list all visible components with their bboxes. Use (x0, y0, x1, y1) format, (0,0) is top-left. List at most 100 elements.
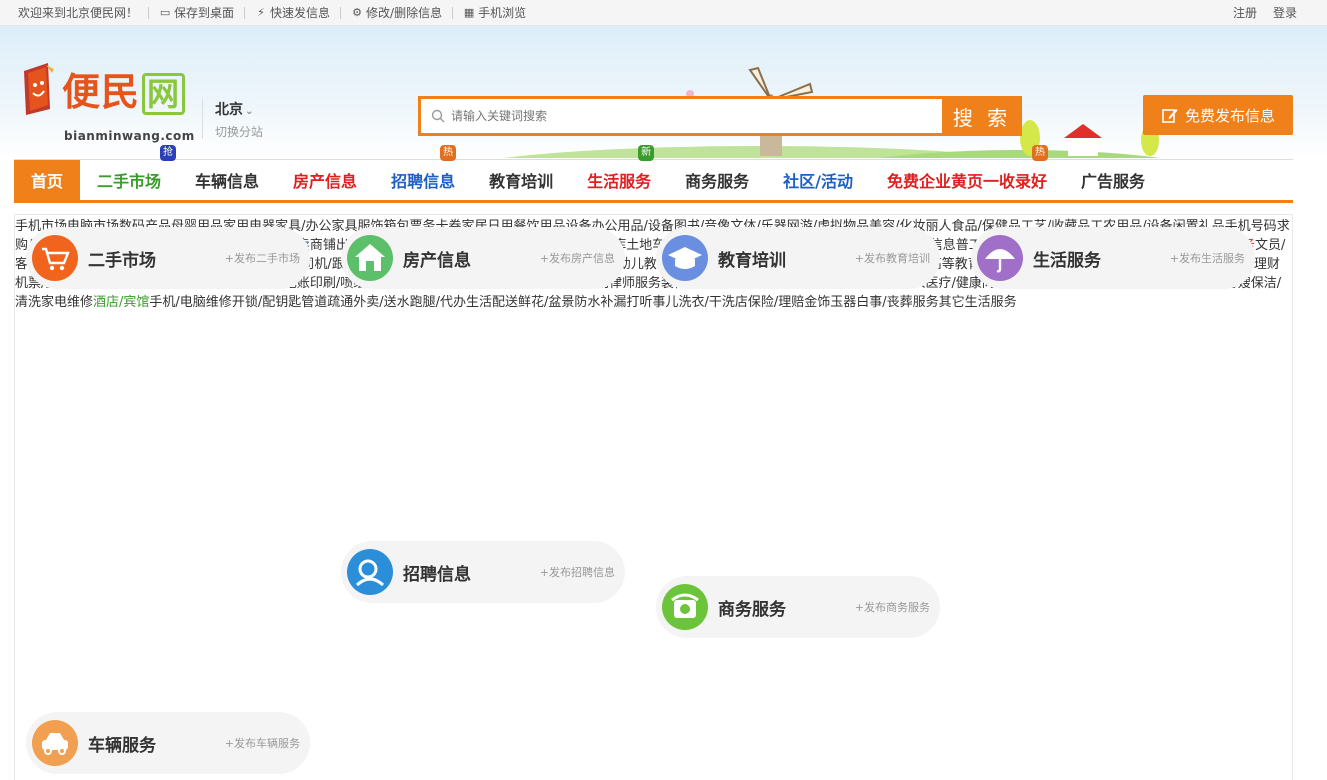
category-link[interactable]: 家电维修 (41, 295, 93, 310)
nav-item-label: 商务服务 (685, 172, 750, 191)
nav-item-6[interactable]: 生活服务 新 (570, 145, 668, 200)
category-title[interactable]: 生活服务 (1033, 246, 1101, 271)
category-link[interactable]: 生活配送 (466, 295, 518, 310)
mobile-link[interactable]: ▦ 手机浏览 (463, 4, 526, 21)
category-link[interactable]: 跑腿/代办 (410, 295, 466, 310)
nav-item-1[interactable]: 二手市场 抢 (80, 145, 178, 200)
login-link[interactable]: 登录 (1273, 4, 1297, 21)
nav-item-label: 教育培训 (489, 172, 554, 191)
category-link[interactable]: 外卖/送水 (353, 295, 409, 310)
category-link[interactable]: 酒店/宾馆 (93, 295, 149, 310)
search-input[interactable] (451, 109, 911, 123)
category-title[interactable]: 教育培训 (718, 246, 786, 271)
category-content: 二手市场+发布二手市场手机市场电脑市场数码产品母婴用品家用电器家具/办公家具服饰… (14, 214, 1293, 780)
nav-item-label: 广告服务 (1081, 172, 1146, 191)
umbrella-icon (977, 235, 1023, 281)
nav-item-5[interactable]: 教育培训 (472, 160, 570, 200)
nav-item-4[interactable]: 招聘信息 热 (374, 145, 472, 200)
nav-item-label: 免费企业黄页一收录好 (886, 172, 1047, 191)
category-link[interactable]: 洗衣/干洗店 (678, 295, 747, 310)
welcome-text: 欢迎来到北京便民网！ (18, 6, 139, 20)
header: 便民网 bianminwang.com 北京⌄ 切换分站 搜 索 免费发布信息 (0, 26, 1327, 158)
category-title[interactable]: 招聘信息 (403, 560, 471, 585)
category-link[interactable]: 防水补漏 (574, 295, 626, 310)
cap-icon (662, 235, 708, 281)
category-link[interactable]: 开锁/配钥匙 (232, 295, 301, 310)
phone-icon (662, 584, 708, 630)
category-post-link[interactable]: +发布商务服务 (855, 599, 930, 615)
nav-item-7[interactable]: 商务服务 (668, 160, 766, 200)
category-post-link[interactable]: +发布二手市场 (225, 250, 300, 266)
top-bar: 欢迎来到北京便民网！ ▭ 保存到桌面 ⚡ 快速发信息 ⚙ 修改/删除信息 ▦ 手机浏览 … (0, 0, 1327, 26)
category-post-link[interactable]: +发布教育培训 (855, 250, 930, 266)
house-icon (347, 235, 393, 281)
site-logo[interactable]: 便民网 bianminwang.com (18, 59, 194, 145)
nav-item-2[interactable]: 车辆信息 (178, 160, 276, 200)
category-header-fangchan: 房产信息 +发布房产信息 (341, 227, 625, 289)
category-link[interactable]: 金饰玉器 (804, 295, 856, 310)
category-title[interactable]: 商务服务 (718, 595, 786, 620)
nav-badge: 新 (638, 145, 655, 161)
category-link[interactable]: 手机/电脑维修 (149, 295, 231, 310)
category-link[interactable]: 其它生活服务 (939, 295, 1017, 310)
nav-item-3[interactable]: 房产信息 (276, 160, 374, 200)
quick-post-link[interactable]: ⚡ 快速发信息 (255, 4, 330, 21)
cart-icon (32, 235, 78, 281)
category-link[interactable]: 管道疏通 (301, 295, 353, 310)
nav-badge: 热 (1031, 145, 1048, 161)
nav-item-8[interactable]: 社区/活动 (766, 160, 870, 200)
car-icon (32, 720, 78, 766)
category-header-zhaopin: 招聘信息 +发布招聘信息 (341, 541, 625, 603)
category-link[interactable]: 白事/丧葬服务 (856, 295, 938, 310)
search-icon (347, 549, 393, 595)
category-header-shenghuo: 生活服务 +发布生活服务 (971, 227, 1255, 289)
city-switch-link[interactable]: 切换分站 (215, 123, 263, 140)
monitor-icon: ▭ (159, 5, 171, 19)
category-link[interactable]: 鲜花/盆景 (518, 295, 574, 310)
save-desktop-link[interactable]: ▭ 保存到桌面 (159, 4, 234, 21)
nav-item-label: 社区/活动 (783, 172, 853, 191)
logo-domain: bianminwang.com (64, 129, 195, 143)
category-header-ershou: 二手市场 +发布二手市场 (26, 227, 310, 289)
qrcode-icon: ▦ (463, 5, 475, 19)
category-post-link[interactable]: +发布生活服务 (1170, 250, 1245, 266)
city-name: 北京 (215, 102, 243, 118)
search-icon (431, 109, 445, 123)
lightning-icon: ⚡ (257, 5, 265, 19)
category-post-link[interactable]: +发布招聘信息 (540, 564, 615, 580)
nav-item-9[interactable]: 免费企业黄页一收录好 热 (870, 145, 1064, 200)
chevron-down-icon: ⌄ (245, 106, 254, 117)
nav-item-0[interactable]: 首页 (14, 160, 81, 200)
category-title[interactable]: 房产信息 (403, 246, 471, 271)
search-button[interactable]: 搜 索 (942, 96, 1022, 136)
category-title[interactable]: 二手市场 (88, 246, 156, 271)
register-link[interactable]: 注册 (1233, 4, 1257, 21)
city-selector[interactable]: 北京 ⌄ 切换分站 (202, 99, 263, 139)
nav-item-label: 首页 (31, 172, 64, 191)
category-link[interactable]: 打听事儿 (626, 295, 678, 310)
category-link[interactable]: 保险/理赔 (748, 295, 804, 310)
nav-item-10[interactable]: 广告服务 (1064, 160, 1162, 200)
nav-badge: 热 (440, 145, 457, 161)
logo-text: 便民网 (62, 61, 186, 116)
category-header-jiaoyu: 教育培训 +发布教育培训 (656, 227, 940, 289)
nav-item-label: 二手市场 (97, 172, 162, 191)
book-mascot-icon (24, 63, 54, 115)
nav-item-label: 招聘信息 (391, 172, 456, 191)
nav-item-label: 房产信息 (293, 172, 358, 191)
category-header-shangwu: 商务服务 +发布商务服务 (656, 576, 940, 638)
publish-button[interactable]: 免费发布信息 (1143, 95, 1293, 135)
search-bar: 搜 索 (418, 96, 1022, 136)
gear-icon: ⚙ (352, 5, 362, 19)
main-nav: 首页 二手市场抢车辆信息 房产信息 招聘信息热教育培训 生活服务新商务服务 社区/活动 免费… (14, 145, 1293, 203)
edit-delete-link[interactable]: ⚙ 修改/删除信息 (351, 4, 442, 21)
category-link[interactable]: 医疗/健康 (926, 276, 982, 291)
nav-item-label: 车辆信息 (195, 172, 260, 191)
nav-item-label: 生活服务 (587, 172, 652, 191)
nav-badge: 抢 (160, 145, 177, 161)
category-post-link[interactable]: +发布房产信息 (540, 250, 615, 266)
edit-icon (1162, 109, 1178, 123)
category-post-link[interactable]: +发布车辆服务 (225, 735, 300, 751)
category-title[interactable]: 车辆服务 (88, 731, 156, 756)
category-header-cheliang: 车辆服务 +发布车辆服务 (26, 712, 310, 774)
